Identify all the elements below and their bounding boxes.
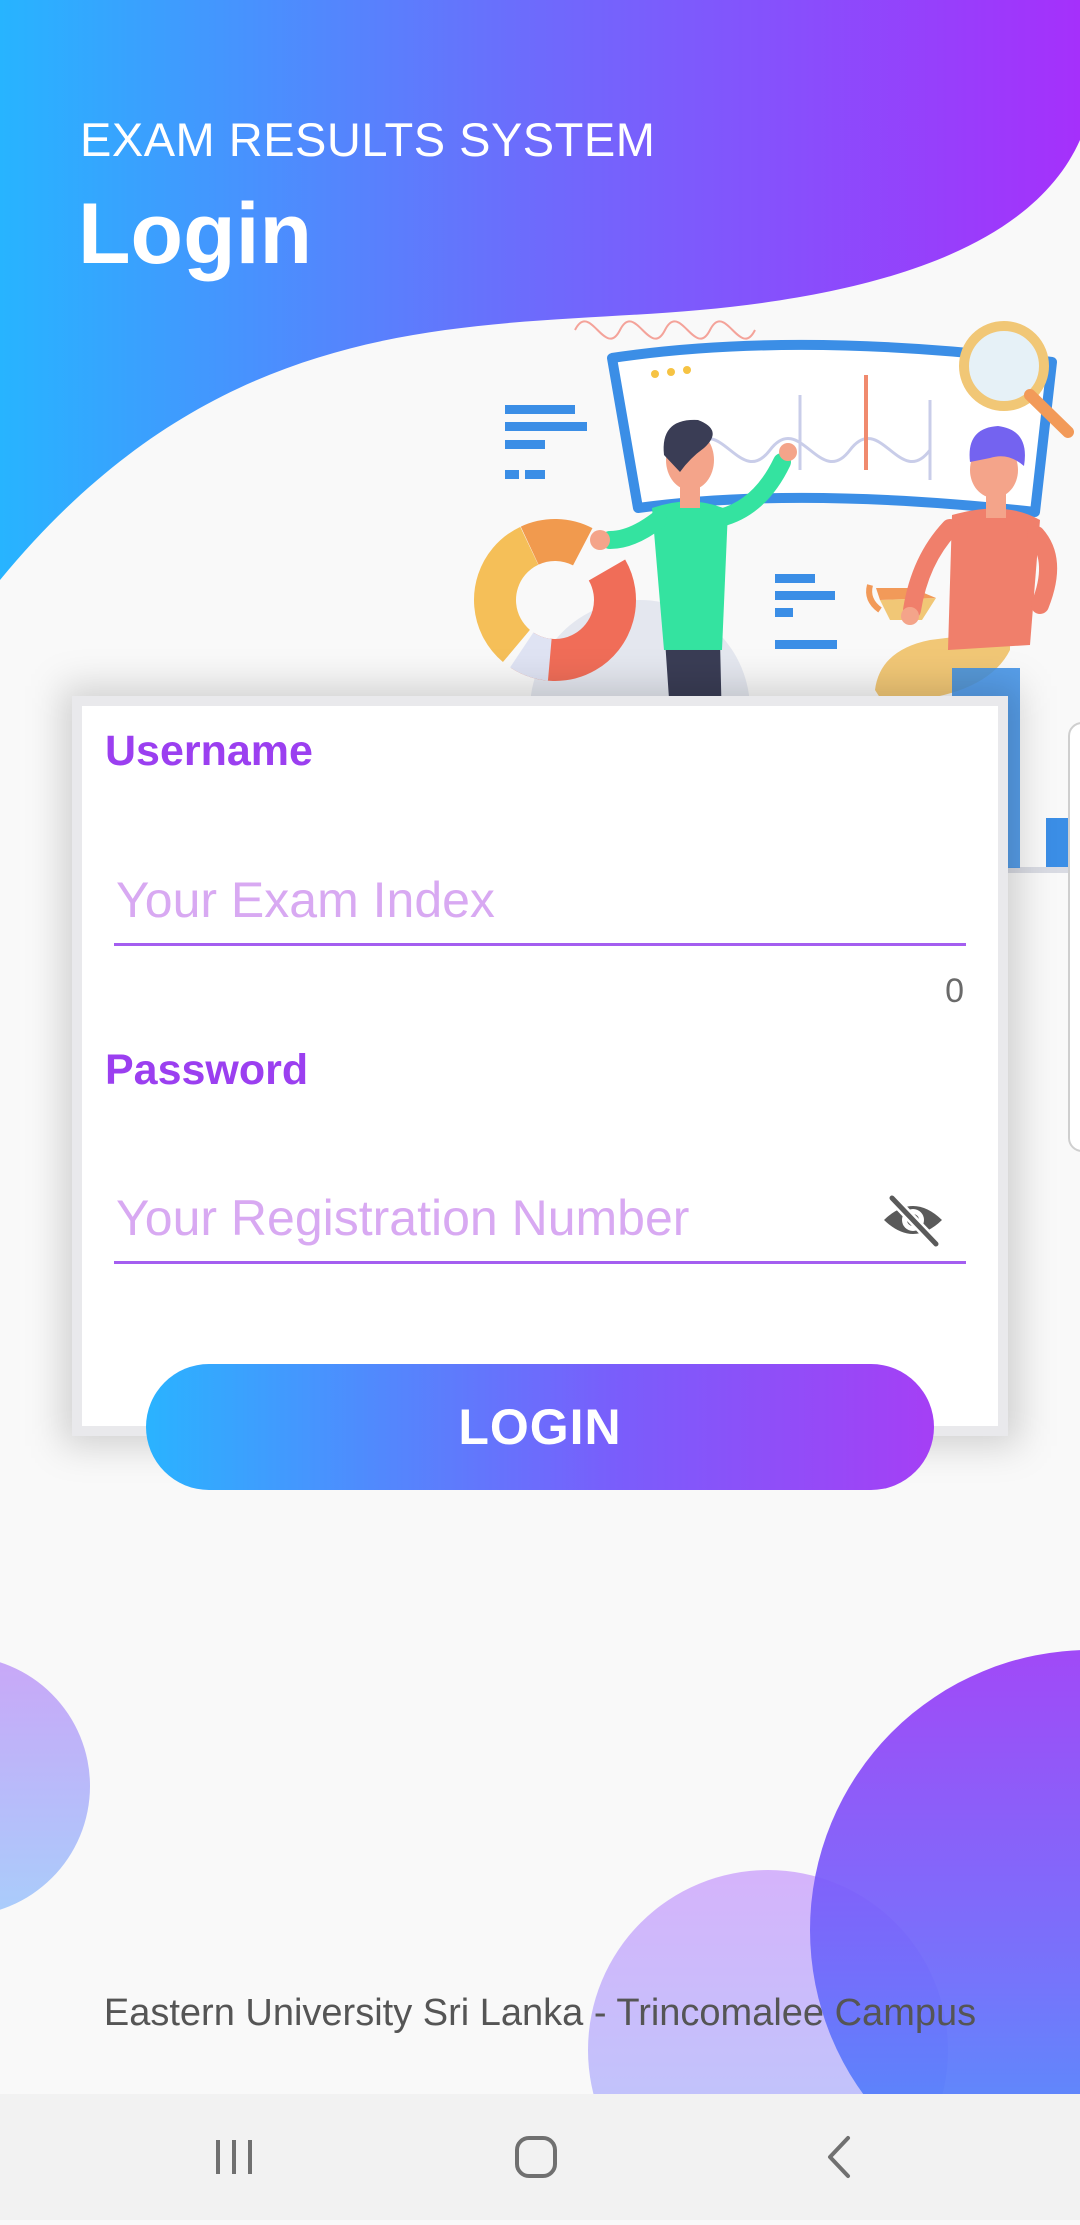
password-label: Password (105, 1046, 309, 1094)
footer-campus-text: Eastern University Sri Lanka - Trincomal… (103, 1992, 977, 2034)
home-button[interactable] (466, 2094, 606, 2220)
page-title: Login (78, 186, 313, 282)
username-label: Username (105, 727, 313, 775)
app-subtitle: EXAM RESULTS SYSTEM (80, 113, 656, 166)
recent-apps-button[interactable] (164, 2094, 304, 2220)
password-input[interactable] (114, 1174, 966, 1264)
system-navigation-bar (0, 2094, 1080, 2220)
back-button[interactable] (768, 2094, 908, 2220)
back-icon (828, 2136, 850, 2178)
username-char-counter: 0 (945, 972, 964, 1010)
username-input[interactable] (114, 856, 966, 946)
login-button[interactable]: LOGIN (146, 1364, 934, 1490)
home-icon (515, 2136, 557, 2178)
eye-off-icon (884, 1194, 942, 1248)
recent-apps-icon (216, 2140, 252, 2174)
edge-panel-handle[interactable] (1068, 722, 1080, 1152)
password-visibility-toggle[interactable] (878, 1190, 948, 1250)
decor-circle-left (0, 1662, 90, 1910)
